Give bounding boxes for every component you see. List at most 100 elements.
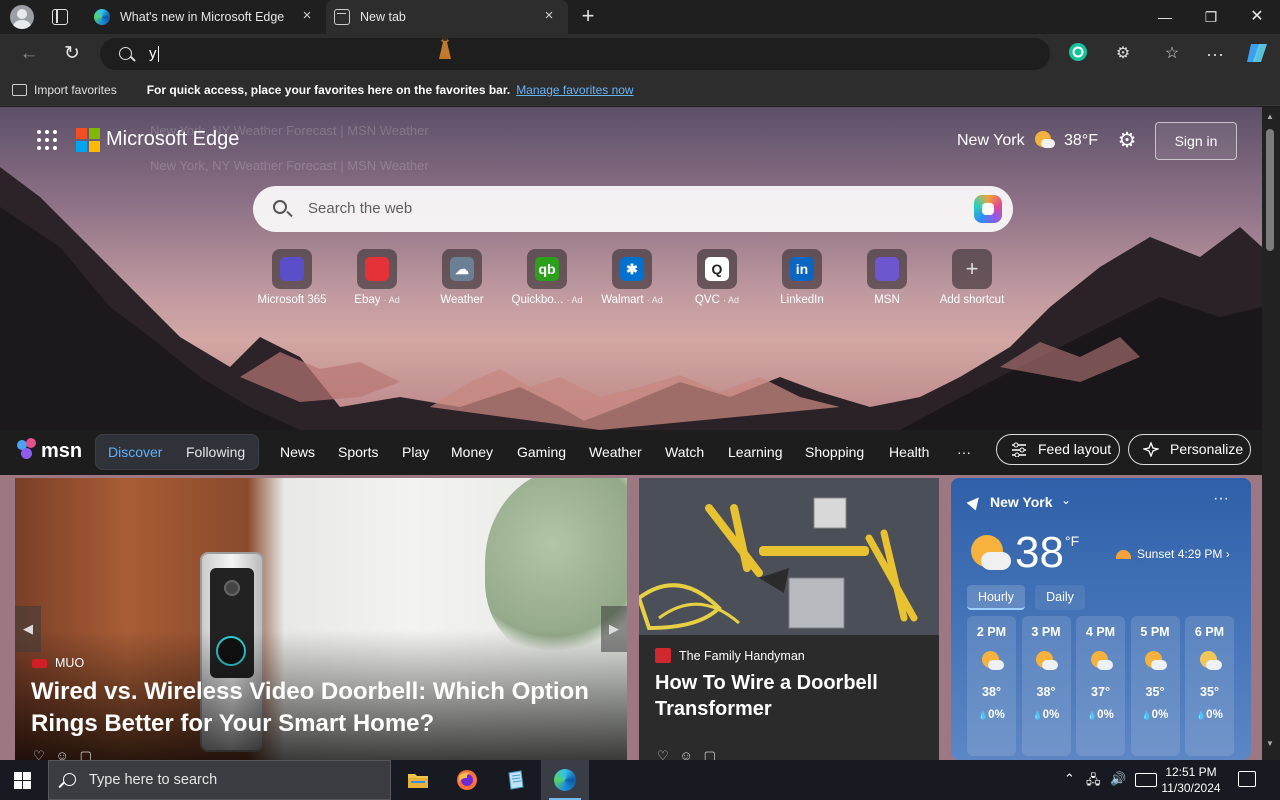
hourly-item[interactable]: 3 PM 38° 💧0% [1021, 616, 1071, 756]
temp-unit[interactable]: °F [1065, 533, 1079, 549]
shortcut-add-shortcut[interactable]: + Add shortcut [930, 249, 1014, 306]
firefox-button[interactable] [443, 760, 491, 800]
chevron-up-icon[interactable]: ⌃ [1064, 771, 1075, 787]
grammarly-icon[interactable] [1066, 42, 1090, 66]
nav-watch[interactable]: Watch [665, 444, 704, 460]
carousel-next-button[interactable]: ▶ [601, 606, 627, 652]
address-input[interactable]: y [149, 45, 159, 62]
shortcut-quickbooks[interactable]: qb Quickbo... · Ad [505, 249, 589, 306]
tab-new-tab[interactable]: New tab × [326, 0, 568, 34]
chevron-down-icon[interactable]: ⌄ [1061, 493, 1071, 507]
tab-daily[interactable]: Daily [1035, 585, 1085, 610]
favorites-hint: For quick access, place your favorites h… [146, 82, 511, 97]
card-headline[interactable]: Wired vs. Wireless Video Doorbell: Which… [31, 676, 591, 740]
muo-logo-icon [32, 658, 47, 668]
nav-weather[interactable]: Weather [589, 444, 642, 460]
app-launcher-icon[interactable] [37, 130, 59, 152]
reactions-icon[interactable]: ♡ ☺ ▢ [657, 748, 716, 760]
edge-icon [554, 769, 576, 791]
shortcut-qvc[interactable]: Q QVC · Ad [675, 249, 759, 306]
hourly-item[interactable]: 4 PM 37° 💧0% [1076, 616, 1125, 756]
system-clock[interactable]: 12:51 PM 11/30/2024 [1160, 764, 1222, 796]
favorites-icon[interactable]: ☆ [1160, 42, 1184, 66]
network-icon[interactable]: 🖧 [1086, 771, 1101, 793]
close-window-button[interactable]: ✕ [1234, 0, 1280, 34]
shortcut-msn[interactable]: MSN [845, 249, 929, 306]
close-tab-icon[interactable]: × [300, 8, 314, 23]
web-search-box[interactable]: Search the web [253, 186, 1013, 232]
shortcut-tile: Q [697, 249, 737, 289]
reactions-icon[interactable]: ♡ ☺ ▢ [33, 748, 92, 760]
weather-card[interactable]: New York ⌄ ··· 38 °F Sunset 4:29 PM › Ho… [951, 478, 1251, 760]
restore-button[interactable]: ❐ [1188, 0, 1234, 34]
file-explorer-button[interactable] [394, 760, 442, 800]
hourly-item[interactable]: 6 PM 35° 💧0% [1185, 616, 1234, 756]
shortcut-linkedin[interactable]: in LinkedIn [760, 249, 844, 306]
nav-learning[interactable]: Learning [728, 444, 783, 460]
minimize-button[interactable]: — [1142, 0, 1188, 34]
tab-hourly[interactable]: Hourly [967, 585, 1025, 610]
volume-icon[interactable]: 🔊 [1110, 771, 1126, 787]
feed-layout-button[interactable]: Feed layout [996, 434, 1120, 465]
windows-start-icon[interactable] [14, 772, 31, 789]
tab-following[interactable]: Following [186, 444, 245, 460]
nav-sports[interactable]: Sports [338, 444, 378, 460]
shortcut-walmart[interactable]: ✱ Walmart · Ad [590, 249, 674, 306]
nav-money[interactable]: Money [451, 444, 493, 460]
edge-taskbar-button[interactable] [541, 760, 589, 800]
feed-toggle: Discover Following [95, 434, 259, 470]
scroll-up-icon[interactable]: ▲ [1266, 112, 1274, 121]
copilot-icon[interactable] [974, 195, 1002, 223]
refresh-button[interactable]: ↻ [60, 42, 84, 66]
notepad-button[interactable] [492, 760, 540, 800]
precip: 💧0% [1076, 709, 1125, 721]
weather-temp[interactable]: 38°F [1064, 132, 1098, 150]
nav-shopping[interactable]: Shopping [805, 444, 864, 460]
msn-wordmark: msn [41, 440, 83, 462]
carousel-prev-button[interactable]: ◀ [15, 606, 41, 652]
more-options-icon[interactable]: ··· [1213, 490, 1229, 508]
nav-play[interactable]: Play [402, 444, 429, 460]
tab-actions-icon[interactable] [52, 9, 68, 25]
notifications-icon[interactable] [1238, 771, 1256, 787]
gear-icon[interactable]: ⚙ [1116, 130, 1138, 152]
personalize-button[interactable]: Personalize [1128, 434, 1251, 465]
more-categories-button[interactable]: ··· [957, 444, 971, 460]
nav-health[interactable]: Health [889, 444, 929, 460]
nav-gaming[interactable]: Gaming [517, 444, 566, 460]
hourly-item[interactable]: 2 PM 38° 💧0% [967, 616, 1016, 756]
msn-logo-icon[interactable] [17, 438, 39, 460]
new-tab-page-icon [334, 9, 350, 25]
close-tab-icon[interactable]: × [542, 8, 556, 23]
suggestion-ghost: New York, NY Weather Forecast | MSN Weat… [150, 123, 429, 138]
news-card-featured[interactable]: ◀ ▶ MUO Wired vs. Wireless Video Doorbel… [15, 478, 627, 760]
taskbar-search-box[interactable]: Type here to search [48, 760, 391, 800]
scroll-thumb[interactable] [1266, 129, 1274, 251]
import-favorites-button[interactable]: Import favorites [12, 83, 117, 97]
scroll-down-icon[interactable]: ▼ [1266, 739, 1274, 748]
personalize-label: Personalize [1170, 441, 1244, 457]
extensions-icon[interactable]: ⚙ [1111, 42, 1135, 66]
tab-discover[interactable]: Discover [108, 444, 162, 460]
card-headline[interactable]: How To Wire a Doorbell Transformer [655, 670, 925, 722]
sign-in-button[interactable]: Sign in [1155, 122, 1237, 160]
settings-more-icon[interactable]: ··· [1203, 42, 1227, 66]
shortcut-microsoft-365[interactable]: Microsoft 365 [250, 249, 334, 306]
copilot-icon[interactable] [1245, 42, 1269, 66]
shortcut-ebay[interactable]: Ebay · Ad [335, 249, 419, 306]
hourly-item[interactable]: 5 PM 35° 💧0% [1130, 616, 1180, 756]
weather-card-location[interactable]: New York [990, 494, 1053, 510]
weather-location[interactable]: New York [957, 132, 1025, 150]
sunset-info[interactable]: Sunset 4:29 PM › [1116, 547, 1230, 561]
keyboard-icon[interactable] [1135, 773, 1157, 787]
profile-icon[interactable] [10, 5, 34, 29]
tab-whats-new[interactable]: What's new in Microsoft Edge × [84, 0, 326, 34]
page-scrollbar[interactable]: ▲ ▼ [1262, 107, 1280, 760]
new-tab-button[interactable]: + [576, 5, 600, 29]
back-button[interactable]: ← [17, 42, 41, 66]
shortcut-weather[interactable]: ☁ Weather [420, 249, 504, 306]
news-card[interactable]: The Family Handyman How To Wire a Doorbe… [639, 478, 939, 760]
nav-news[interactable]: News [280, 444, 315, 460]
address-bar[interactable]: y [100, 35, 1050, 70]
manage-favorites-link[interactable]: Manage favorites now [516, 83, 633, 97]
